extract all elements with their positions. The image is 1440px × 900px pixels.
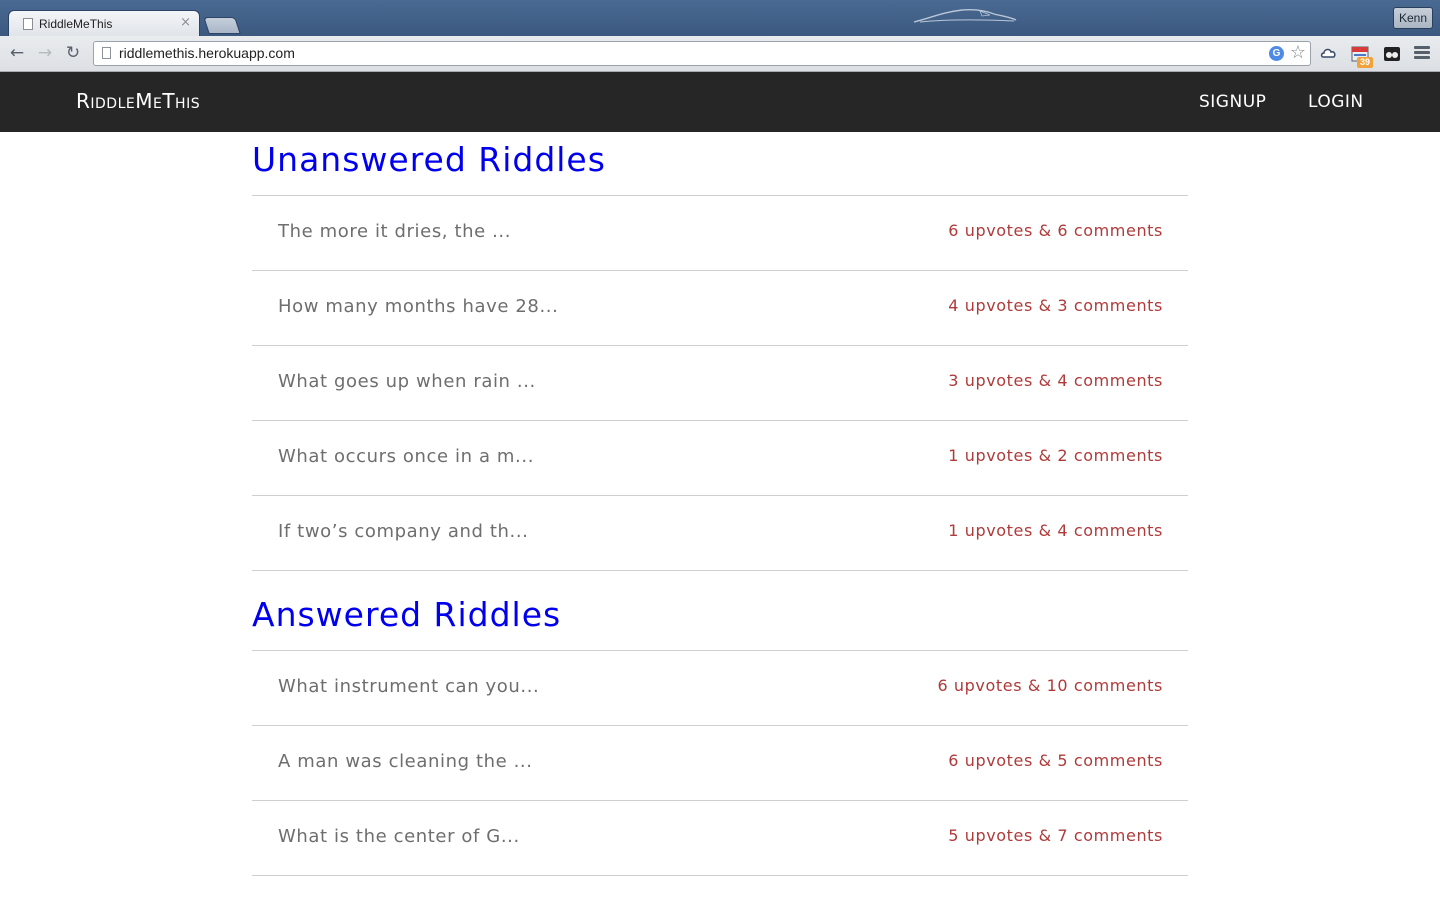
profile-button[interactable]: Kenn — [1393, 7, 1433, 29]
page-icon — [23, 18, 33, 30]
address-bar[interactable]: riddlemethis.herokuapp.com G ☆ — [93, 41, 1311, 66]
riddle-text[interactable]: If two’s company and th... — [278, 521, 528, 542]
search-engine-icon[interactable]: G — [1269, 46, 1284, 61]
url-text[interactable]: riddlemethis.herokuapp.com — [119, 45, 295, 61]
answered-riddles-heading: Answered Riddles — [252, 587, 1188, 651]
riddle-row[interactable]: What instrument can you... 6 upvotes & 1… — [252, 651, 1188, 726]
riddle-text[interactable]: The more it dries, the ... — [278, 221, 511, 242]
riddle-row[interactable]: The more it dries, the ... 6 upvotes & 6… — [252, 196, 1188, 271]
brand-logo[interactable]: RiddleMeThis — [76, 89, 200, 113]
browser-titlebar: RiddleMeThis × Kenn — [0, 0, 1440, 38]
riddle-row[interactable]: If two’s company and th... 1 upvotes & 4… — [252, 496, 1188, 571]
riddle-stats: 6 upvotes & 10 comments — [937, 676, 1163, 695]
riddle-stats: 1 upvotes & 2 comments — [948, 446, 1163, 465]
browser-menu-icon[interactable] — [1414, 46, 1430, 62]
site-navbar: RiddleMeThis SIGNUP LOGIN — [0, 72, 1440, 132]
riddle-text[interactable]: What instrument can you... — [278, 676, 539, 697]
riddle-stats: 5 upvotes & 7 comments — [948, 826, 1163, 845]
riddle-row[interactable]: A man was cleaning the ... 6 upvotes & 5… — [252, 726, 1188, 801]
answered-riddle-list: What instrument can you... 6 upvotes & 1… — [252, 651, 1188, 876]
riddle-stats: 6 upvotes & 5 comments — [948, 751, 1163, 770]
reload-icon[interactable]: ↻ — [62, 42, 84, 64]
car-logo-icon — [913, 8, 1017, 23]
riddle-content: Unanswered Riddles The more it dries, th… — [252, 132, 1188, 876]
tab-title: RiddleMeThis — [39, 17, 113, 31]
page-icon — [102, 47, 111, 59]
cloud-extension-icon[interactable] — [1320, 45, 1338, 63]
extension-badge: 39 — [1357, 57, 1373, 68]
new-tab-button[interactable] — [203, 17, 241, 34]
browser-tab[interactable]: RiddleMeThis × — [8, 10, 200, 38]
riddle-stats: 4 upvotes & 3 comments — [948, 296, 1163, 315]
signup-link[interactable]: SIGNUP — [1199, 92, 1266, 112]
riddle-row[interactable]: What is the center of G... 5 upvotes & 7… — [252, 801, 1188, 876]
riddle-text[interactable]: A man was cleaning the ... — [278, 751, 533, 772]
forward-arrow-icon[interactable]: → — [34, 42, 56, 64]
riddle-row[interactable]: What occurs once in a m... 1 upvotes & 2… — [252, 421, 1188, 496]
riddle-text[interactable]: What is the center of G... — [278, 826, 520, 847]
tab-close-icon[interactable]: × — [180, 15, 191, 30]
riddle-stats: 6 upvotes & 6 comments — [948, 221, 1163, 240]
riddle-stats: 1 upvotes & 4 comments — [948, 521, 1163, 540]
unanswered-riddles-heading: Unanswered Riddles — [252, 132, 1188, 196]
login-link[interactable]: LOGIN — [1308, 92, 1364, 112]
browser-toolbar: ← → ↻ riddlemethis.herokuapp.com G ☆ — [0, 36, 1440, 72]
riddle-text[interactable]: What goes up when rain ... — [278, 371, 536, 392]
riddle-row[interactable]: What goes up when rain ... 3 upvotes & 4… — [252, 346, 1188, 421]
riddle-text[interactable]: What occurs once in a m... — [278, 446, 534, 467]
glasses-extension-icon[interactable] — [1383, 45, 1401, 63]
bookmark-star-icon[interactable]: ☆ — [1290, 42, 1306, 63]
riddle-text[interactable]: How many months have 28... — [278, 296, 558, 317]
riddle-stats: 3 upvotes & 4 comments — [948, 371, 1163, 390]
back-arrow-icon[interactable]: ← — [6, 42, 28, 64]
unanswered-riddle-list: The more it dries, the ... 6 upvotes & 6… — [252, 196, 1188, 571]
riddle-row[interactable]: How many months have 28... 4 upvotes & 3… — [252, 271, 1188, 346]
